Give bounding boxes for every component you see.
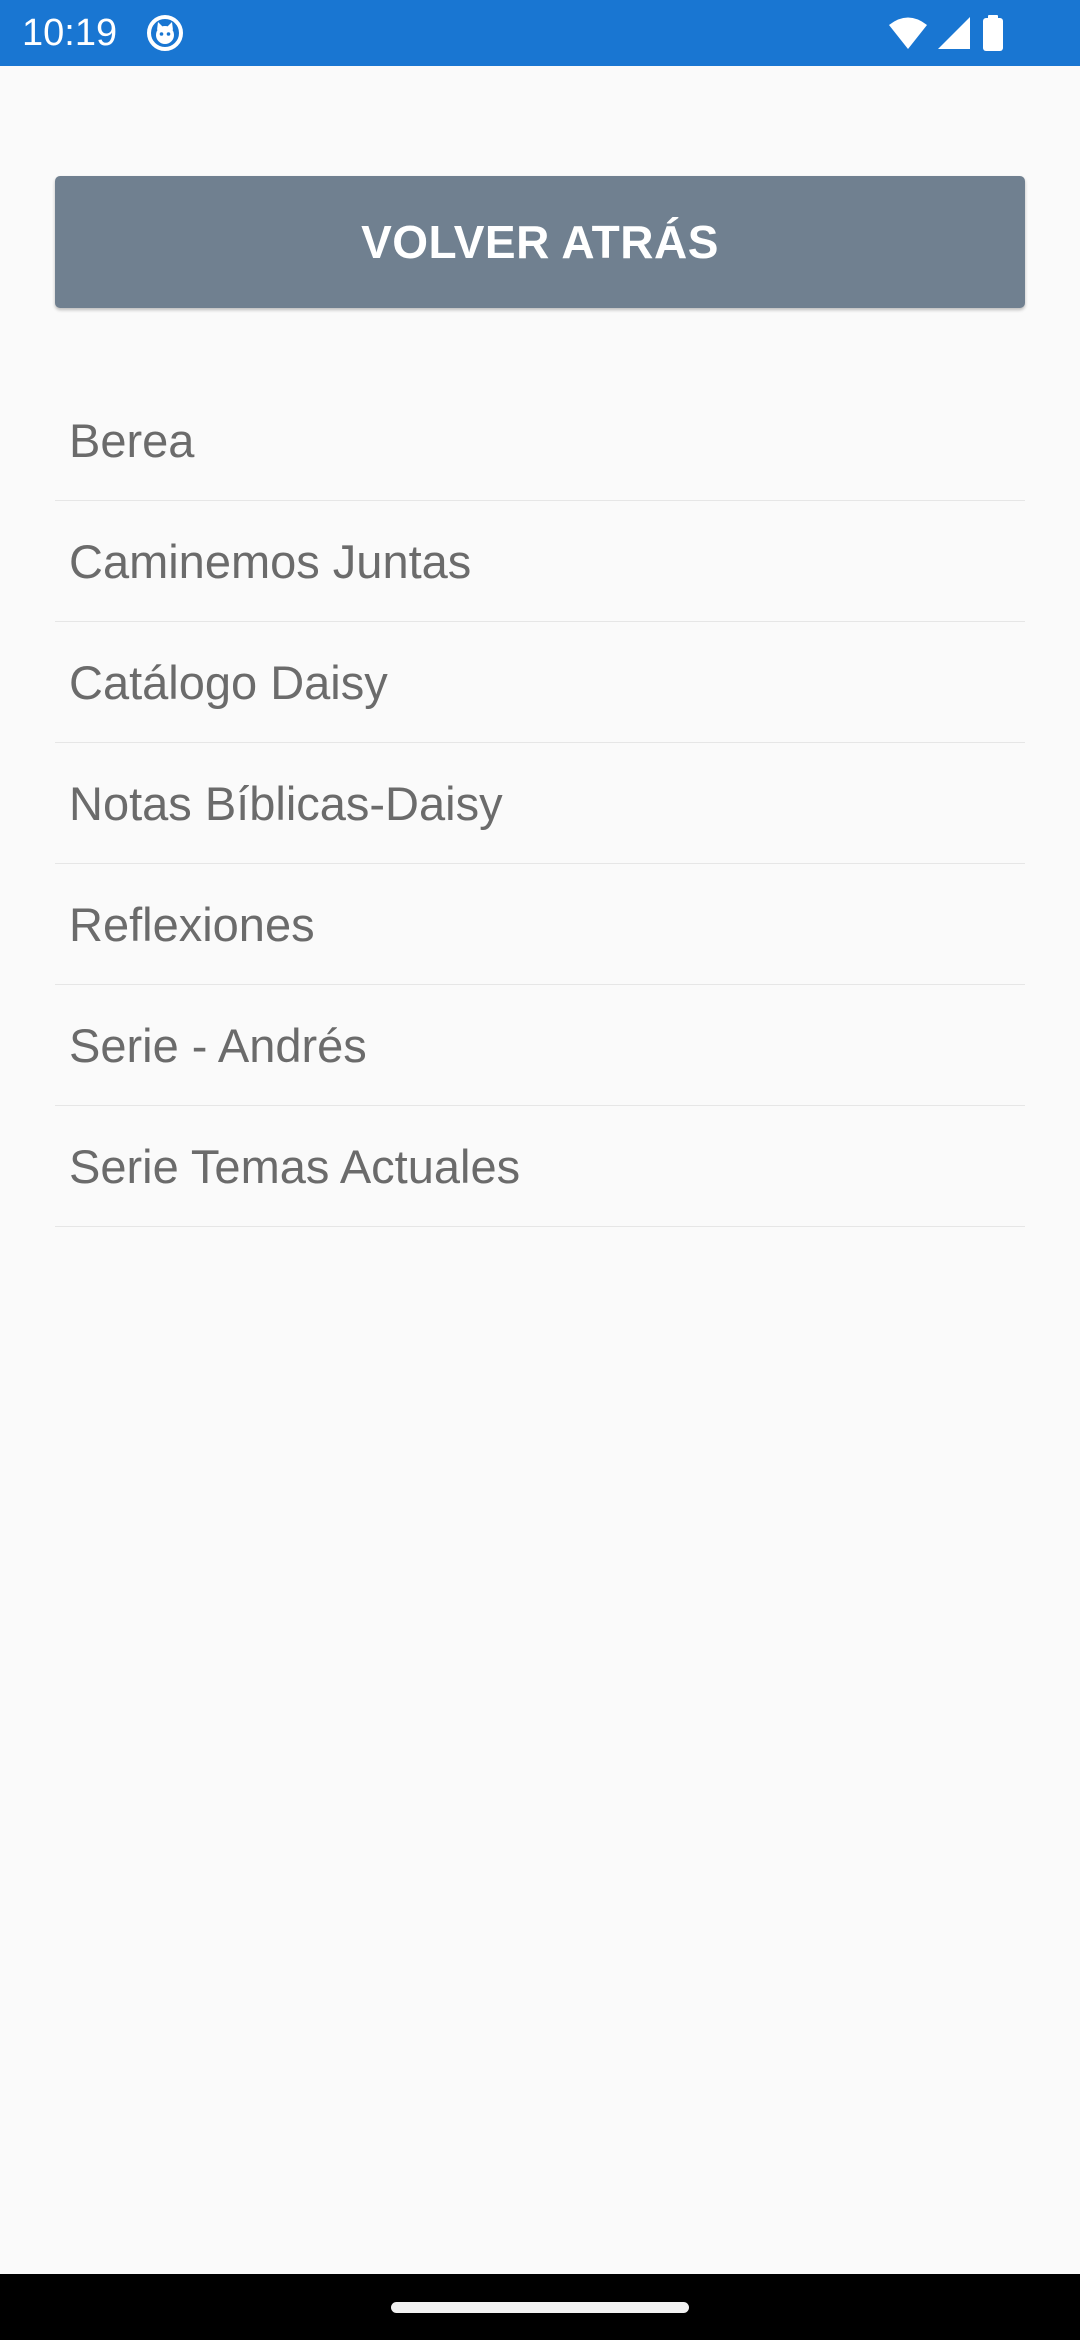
list-item-serie-temas-actuales[interactable]: Serie Temas Actuales (55, 1106, 1025, 1227)
list-item-notas-biblicas-daisy[interactable]: Notas Bíblicas-Daisy (55, 743, 1025, 864)
list-item-serie-andres[interactable]: Serie - Andrés (55, 985, 1025, 1106)
cat-face-icon (147, 15, 183, 51)
home-gesture-handle[interactable] (391, 2302, 689, 2313)
category-list: Berea Caminemos Juntas Catálogo Daisy No… (55, 380, 1025, 1227)
list-item-berea[interactable]: Berea (55, 380, 1025, 501)
battery-icon (983, 15, 1003, 51)
back-button[interactable]: VOLVER ATRÁS (55, 176, 1025, 308)
status-icons (888, 14, 1006, 52)
wifi-icon (889, 17, 927, 49)
status-bar: 10:19 (0, 0, 1080, 66)
signal-icon (938, 17, 970, 49)
status-time: 10:19 (22, 12, 118, 54)
list-item-catalogo-daisy[interactable]: Catálogo Daisy (55, 622, 1025, 743)
list-item-caminemos-juntas[interactable]: Caminemos Juntas (55, 501, 1025, 622)
navigation-bar (0, 2274, 1080, 2340)
list-item-reflexiones[interactable]: Reflexiones (55, 864, 1025, 985)
main-content: VOLVER ATRÁS Berea Caminemos Juntas Catá… (0, 66, 1080, 2274)
